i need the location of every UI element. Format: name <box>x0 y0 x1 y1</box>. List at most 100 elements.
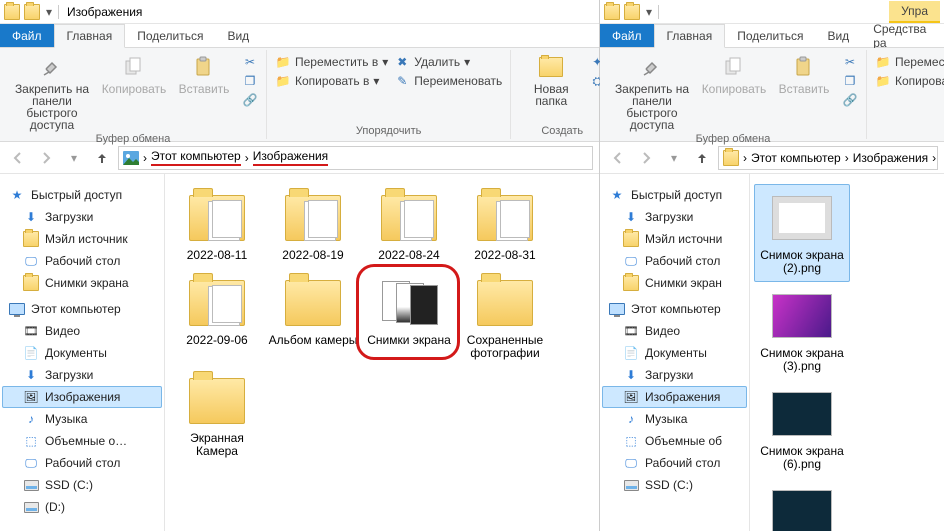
cut-button[interactable]: ✂ <box>842 54 858 70</box>
tab-file[interactable]: Файл <box>600 24 654 47</box>
tree-mail[interactable]: Мэйл источни <box>602 228 747 250</box>
tree-screenshots[interactable]: Снимки экрана <box>2 272 162 294</box>
tree-music[interactable]: ♪Музыка <box>2 408 162 430</box>
nav-forward-button[interactable] <box>34 146 58 170</box>
chevron-right-icon[interactable]: › <box>845 151 849 165</box>
tree-desktop2[interactable]: 🖵Рабочий стол <box>2 452 162 474</box>
folder-item-screenshots[interactable]: Снимки экрана <box>361 269 457 367</box>
chevron-right-icon[interactable]: › <box>245 151 249 165</box>
rename-button[interactable]: ✎Переименовать <box>394 73 502 89</box>
tree-desktop[interactable]: 🖵Рабочий стол <box>602 250 747 272</box>
tree-mail[interactable]: Мэйл источник <box>2 228 162 250</box>
folder-item[interactable]: Альбом камеры <box>265 269 361 367</box>
tree-downloads[interactable]: ⬇Загрузки <box>2 206 162 228</box>
files-pane[interactable]: 2022-08-11 2022-08-19 2022-08-24 2022-08… <box>165 174 599 531</box>
tree-music[interactable]: ♪Музыка <box>602 408 747 430</box>
copy-button[interactable]: Копировать <box>102 54 166 95</box>
navigation-pane[interactable]: ★Быстрый доступ ⬇Загрузки Мэйл источни 🖵… <box>600 174 750 531</box>
paste-shortcut-button[interactable]: 🔗 <box>842 92 858 108</box>
image-item[interactable]: Снимок экрана (7).png <box>754 478 850 531</box>
address-bar[interactable]: › Этот компьютер › Изображения <box>118 146 593 170</box>
nav-up-button[interactable] <box>690 146 714 170</box>
chevron-right-icon[interactable]: › <box>932 151 936 165</box>
tree-ssd[interactable]: SSD (C:) <box>2 474 162 496</box>
tree-pictures[interactable]: 🖼Изображения <box>602 386 747 408</box>
nav-back-button[interactable] <box>606 146 630 170</box>
tab-share[interactable]: Поделиться <box>125 24 215 47</box>
breadcrumb-pictures[interactable]: Изображения <box>853 151 928 165</box>
tab-file[interactable]: Файл <box>0 24 54 47</box>
tree-documents[interactable]: 📄Документы <box>2 342 162 364</box>
address-bar[interactable]: › Этот компьютер › Изображения › <box>718 146 938 170</box>
nav-up-button[interactable] <box>90 146 114 170</box>
move-to-button[interactable]: 📁Переместить в ▾ <box>275 54 388 70</box>
pin-quick-access-button[interactable]: Закрепить на панели быстрого доступа <box>8 54 96 131</box>
paste-button[interactable]: Вставить <box>172 54 236 95</box>
breadcrumb-this-pc[interactable]: Этот компьютер <box>151 149 241 166</box>
folder-item[interactable]: 2022-09-06 <box>169 269 265 367</box>
tree-desktop[interactable]: 🖵Рабочий стол <box>2 250 162 272</box>
move-to-button[interactable]: 📁Перемести <box>875 54 944 70</box>
tree-this-pc[interactable]: Этот компьютер <box>2 298 162 320</box>
tab-home[interactable]: Главная <box>54 24 126 48</box>
paste-button[interactable]: Вставить <box>772 54 836 95</box>
paste-icon <box>791 54 817 80</box>
tab-view[interactable]: Вид <box>815 24 861 47</box>
folder-item[interactable]: 2022-08-24 <box>361 184 457 269</box>
cut-button[interactable]: ✂ <box>242 54 258 70</box>
tree-quick-access[interactable]: ★Быстрый доступ <box>602 184 747 206</box>
chevron-right-icon[interactable]: › <box>143 151 147 165</box>
qat-dropdown-icon[interactable]: ▾ <box>44 7 54 17</box>
tree-3d-objects[interactable]: ⬚Объемные об <box>602 430 747 452</box>
address-bar-row: ▾ › Этот компьютер › Изображения › <box>600 142 944 174</box>
tree-video[interactable]: 🎞Видео <box>2 320 162 342</box>
tree-quick-access[interactable]: ★Быстрый доступ <box>2 184 162 206</box>
tree-ssd[interactable]: SSD (C:) <box>602 474 747 496</box>
tree-3d-objects[interactable]: ⬚Объемные о… <box>2 430 162 452</box>
tree-this-pc[interactable]: Этот компьютер <box>602 298 747 320</box>
breadcrumb-this-pc[interactable]: Этот компьютер <box>751 151 841 165</box>
copy-to-button[interactable]: 📁Копироват <box>875 73 944 89</box>
qat-dropdown-icon[interactable]: ▾ <box>644 7 654 17</box>
chevron-right-icon[interactable]: › <box>743 151 747 165</box>
copy-path-button[interactable]: ❐ <box>842 73 858 89</box>
copy-path-button[interactable]: ❐ <box>242 73 258 89</box>
folder-item[interactable]: 2022-08-19 <box>265 184 361 269</box>
paste-shortcut-button[interactable]: 🔗 <box>242 92 258 108</box>
tab-home[interactable]: Главная <box>654 24 726 48</box>
context-tab-manage[interactable]: Упра <box>889 1 940 23</box>
folder-item[interactable]: 2022-08-11 <box>169 184 265 269</box>
image-item[interactable]: Снимок экрана (2).png <box>754 184 850 282</box>
tab-picture-tools[interactable]: Средства ра <box>861 24 944 47</box>
breadcrumb-pictures[interactable]: Изображения <box>253 149 328 166</box>
delete-button[interactable]: ✖Удалить ▾ <box>394 54 502 70</box>
nav-recent-dropdown[interactable]: ▾ <box>62 146 86 170</box>
nav-recent-dropdown[interactable]: ▾ <box>662 146 686 170</box>
image-item[interactable]: Снимок экрана (3).png <box>754 282 850 380</box>
copy-to-button[interactable]: 📁Копировать в ▾ <box>275 73 388 89</box>
pin-quick-access-button[interactable]: Закрепить на панели быстрого доступа <box>608 54 696 131</box>
tab-view[interactable]: Вид <box>215 24 261 47</box>
tree-downloads2[interactable]: ⬇Загрузки <box>2 364 162 386</box>
group-label-organize: Упорядочить <box>356 123 421 139</box>
tree-disk-d[interactable]: (D:) <box>2 496 162 518</box>
folder-item[interactable]: 2022-08-31 <box>457 184 553 269</box>
image-item[interactable]: Снимок экрана (6).png <box>754 380 850 478</box>
nav-forward-button[interactable] <box>634 146 658 170</box>
tree-downloads[interactable]: ⬇Загрузки <box>602 206 747 228</box>
tab-share[interactable]: Поделиться <box>725 24 815 47</box>
folder-item[interactable]: Экранная Камера <box>169 367 265 465</box>
copy-button[interactable]: Копировать <box>702 54 766 95</box>
navigation-pane[interactable]: ★Быстрый доступ ⬇Загрузки Мэйл источник … <box>0 174 165 531</box>
tree-desktop2[interactable]: 🖵Рабочий стол <box>602 452 747 474</box>
nav-back-button[interactable] <box>6 146 30 170</box>
tree-pictures[interactable]: 🖼Изображения <box>2 386 162 408</box>
desktop-icon: 🖵 <box>623 455 639 471</box>
tree-downloads2[interactable]: ⬇Загрузки <box>602 364 747 386</box>
tree-video[interactable]: 🎞Видео <box>602 320 747 342</box>
folder-item[interactable]: Сохраненные фотографии <box>457 269 553 367</box>
tree-documents[interactable]: 📄Документы <box>602 342 747 364</box>
tree-screenshots[interactable]: Снимки экран <box>602 272 747 294</box>
files-pane[interactable]: Снимок экрана (2).png Снимок экрана (3).… <box>750 174 944 531</box>
new-folder-button[interactable]: Новая папка <box>519 54 583 107</box>
